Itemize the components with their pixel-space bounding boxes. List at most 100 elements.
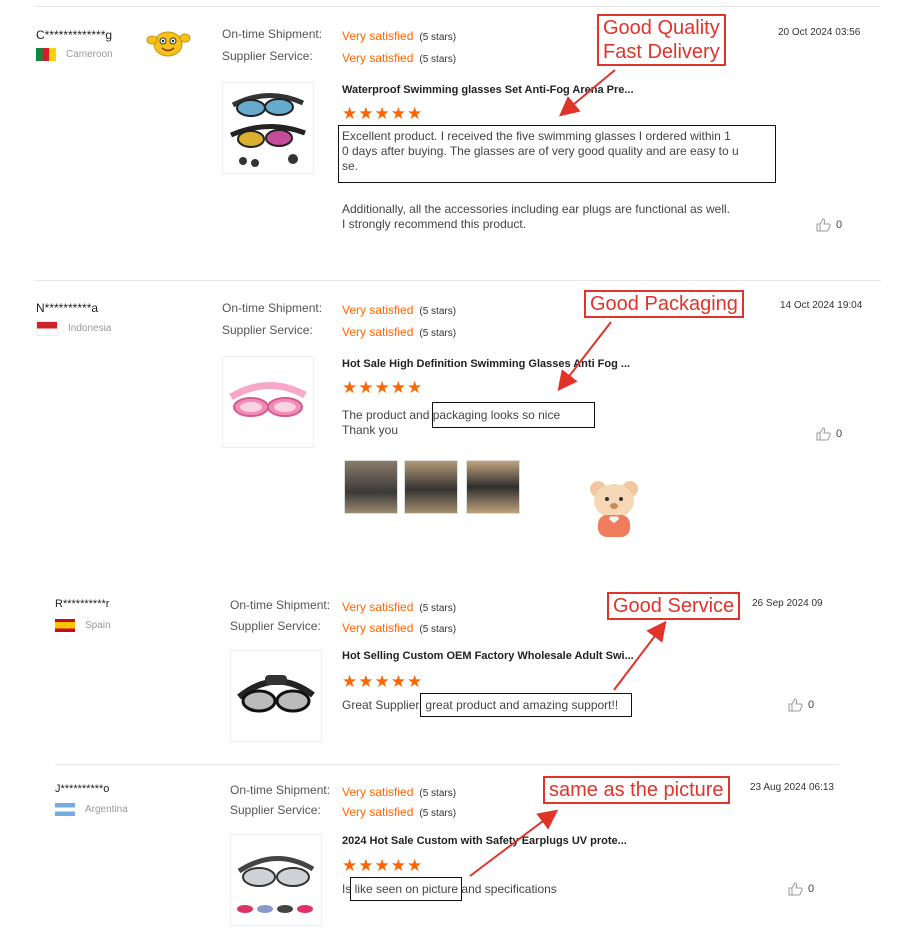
- review-date: 20 Oct 2024 03:56: [778, 27, 861, 38]
- callout-good-packaging: Good Packaging: [584, 290, 744, 318]
- red-arrow: [557, 321, 612, 392]
- like-button[interactable]: 0: [788, 698, 814, 712]
- shipment-rating: Very satisfied (5 stars): [342, 301, 456, 319]
- service-rating: Very satisfied (5 stars): [342, 803, 456, 821]
- goggles-image: [230, 92, 306, 167]
- review-text-pre: The product and: [342, 408, 433, 422]
- product-title[interactable]: Waterproof Swimming glasses Set Anti-Fog…: [342, 84, 634, 96]
- service-label: Supplier Service:: [222, 49, 313, 63]
- reviewer-country: Cameroon: [36, 48, 113, 61]
- highlight-box: [420, 693, 632, 717]
- reviewer-country: Spain: [55, 619, 111, 632]
- review-text-pre: Great Supplier,: [342, 698, 426, 712]
- black-goggles-image: [237, 675, 315, 713]
- argentina-flag-icon: [55, 803, 75, 816]
- review-photo[interactable]: [344, 460, 398, 514]
- review-photo[interactable]: [466, 460, 520, 514]
- bear-sticker-icon: [584, 477, 644, 539]
- review-date: 23 Aug 2024 06:13: [750, 782, 834, 793]
- country-label: Indonesia: [68, 323, 112, 334]
- product-title[interactable]: Hot Sale High Definition Swimming Glasse…: [342, 358, 630, 370]
- stars-text: (5 stars): [419, 624, 457, 635]
- like-count: 0: [836, 219, 843, 231]
- shipment-value: Very satisfied: [342, 600, 414, 614]
- stars-text: (5 stars): [419, 54, 457, 65]
- highlight-box: [338, 125, 776, 183]
- product-thumbnail[interactable]: [222, 82, 314, 174]
- thumbs-up-icon: [788, 698, 803, 712]
- callout-good-quality: Good Quality Fast Delivery: [597, 14, 726, 66]
- pink-goggles-image: [229, 382, 307, 417]
- shipment-label: On-time Shipment:: [230, 598, 331, 612]
- service-value: Very satisfied: [342, 805, 414, 819]
- thumbs-up-icon: [788, 882, 803, 896]
- reviewer-name: J**********o: [55, 783, 110, 795]
- avatar-emoji-icon: [144, 26, 192, 60]
- shipment-label: On-time Shipment:: [230, 783, 331, 797]
- shipment-rating: Very satisfied (5 stars): [342, 783, 456, 801]
- review-divider: [35, 280, 881, 281]
- shipment-rating: Very satisfied (5 stars): [342, 598, 456, 616]
- reviewer-name: R**********r: [55, 598, 110, 610]
- stars-text: (5 stars): [419, 32, 457, 43]
- review-text-line: Additionally, all the accessories includ…: [342, 202, 730, 216]
- star-rating: ★★★★★: [342, 378, 424, 397]
- service-value: Very satisfied: [342, 621, 414, 635]
- service-rating: Very satisfied (5 stars): [342, 323, 456, 341]
- country-label: Spain: [85, 620, 111, 631]
- reviewer-name: C*************g: [36, 28, 113, 42]
- country-label: Cameroon: [66, 49, 113, 60]
- product-thumbnail[interactable]: [230, 650, 322, 742]
- stars-text: (5 stars): [419, 788, 457, 799]
- callout-line: Fast Delivery: [603, 41, 720, 63]
- star-rating: ★★★★★: [342, 672, 424, 691]
- like-button[interactable]: 0: [788, 882, 814, 896]
- shipment-rating: Very satisfied (5 stars): [342, 27, 456, 45]
- indonesia-flag-icon: [36, 321, 58, 336]
- shipment-label: On-time Shipment:: [222, 27, 323, 41]
- spain-flag-icon: [55, 619, 75, 632]
- like-button[interactable]: 0: [816, 427, 842, 441]
- star-rating: ★★★★★: [342, 856, 424, 875]
- like-count: 0: [808, 699, 815, 711]
- callout-good-service: Good Service: [607, 592, 741, 620]
- service-value: Very satisfied: [342, 325, 414, 339]
- thumbs-up-icon: [816, 218, 831, 232]
- review-date: 26 Sep 2024 09: [752, 598, 823, 609]
- review-text-post: and specifications: [458, 882, 557, 896]
- like-count: 0: [808, 883, 815, 895]
- like-count: 0: [836, 428, 843, 440]
- reviewer-country: Indonesia: [36, 321, 111, 336]
- shipment-label: On-time Shipment:: [222, 301, 323, 315]
- product-title[interactable]: 2024 Hot Sale Custom with Safety Earplug…: [342, 835, 627, 847]
- stars-text: (5 stars): [419, 603, 457, 614]
- shipment-value: Very satisfied: [342, 303, 414, 317]
- highlight-box: [350, 877, 462, 901]
- shipment-value: Very satisfied: [342, 29, 414, 43]
- product-thumbnail[interactable]: [222, 356, 314, 448]
- thumbs-up-icon: [816, 427, 831, 441]
- highlight-box: [432, 402, 595, 428]
- stars-text: (5 stars): [419, 808, 457, 819]
- stars-text: (5 stars): [419, 328, 457, 339]
- reviewer-name: N**********a: [36, 301, 99, 315]
- service-value: Very satisfied: [342, 51, 414, 65]
- service-label: Supplier Service:: [230, 803, 321, 817]
- review-divider: [55, 764, 839, 765]
- product-title[interactable]: Hot Selling Custom OEM Factory Wholesale…: [342, 650, 634, 662]
- review-text-extra: Additionally, all the accessories includ…: [342, 202, 730, 232]
- reviewer-country: Argentina: [55, 803, 128, 816]
- like-button[interactable]: 0: [816, 218, 842, 232]
- shipment-value: Very satisfied: [342, 785, 414, 799]
- stars-text: (5 stars): [419, 306, 457, 317]
- service-rating: Very satisfied (5 stars): [342, 49, 456, 67]
- callout-same-as-picture: same as the picture: [543, 776, 730, 804]
- review-text-line: I strongly recommend this product.: [342, 217, 527, 231]
- star-rating: ★★★★★: [342, 104, 424, 123]
- review-photo[interactable]: [404, 460, 458, 514]
- service-rating: Very satisfied (5 stars): [342, 619, 456, 637]
- top-divider: [35, 6, 881, 7]
- silver-goggles-image: [237, 856, 315, 913]
- country-label: Argentina: [85, 804, 128, 815]
- product-thumbnail[interactable]: [230, 834, 322, 926]
